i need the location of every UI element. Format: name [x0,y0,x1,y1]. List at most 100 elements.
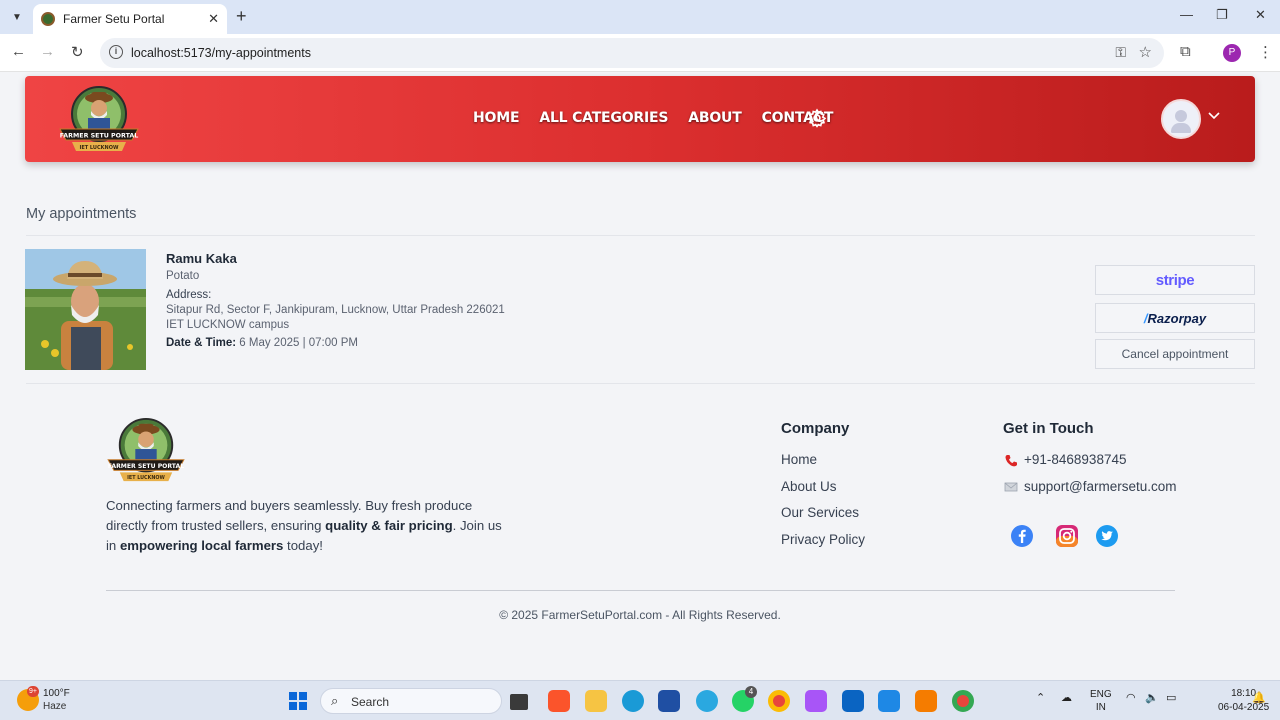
battery-icon[interactable]: ▭ [1166,691,1176,704]
browser-tab[interactable]: Farmer Setu Portal ✕ [33,4,227,34]
whatsapp-badge: 4 [745,686,757,698]
datetime-value: 6 May 2025 | 07:00 PM [239,337,358,349]
copilot-app-icon[interactable] [696,690,718,712]
phone-icon [1005,455,1017,467]
divider [26,235,1255,236]
footer-link-services[interactable]: Our Services [781,505,859,520]
footer-about: Connecting farmers and buyers seamlessly… [106,496,506,556]
nav-all-categories[interactable]: ALL CATEGORIES [539,110,668,126]
bookmark-star-icon[interactable]: ☆ [1139,43,1152,61]
weather-temperature[interactable]: 100°F [43,688,70,699]
search-label: Search [351,695,390,709]
stripe-pay-button[interactable]: stripe [1095,265,1255,295]
appointment-details: Ramu Kaka Potato Address: Sitapur Rd, Se… [166,251,505,349]
contact-email[interactable]: support@farmersetu.com [1024,479,1177,494]
nav-home[interactable]: HOME [473,110,520,126]
site-info-icon[interactable]: i [109,45,123,59]
cancel-appointment-button[interactable]: Cancel appointment [1095,339,1255,369]
brave-browser-icon[interactable] [548,690,570,712]
footer-divider [106,590,1175,591]
datetime-label: Date & Time: [166,337,237,349]
new-tab-icon[interactable]: + [236,6,247,27]
copyright-text: © 2025 FarmerSetuPortal.com - All Rights… [499,608,781,622]
site-favicon-icon [41,12,55,26]
forward-icon[interactable]: → [40,43,55,60]
contact-title: Get in Touch [1003,420,1094,437]
search-icon: ⌕ [331,693,339,708]
address-label: Address: [166,289,212,301]
divider [26,383,1255,384]
chevron-down-icon[interactable] [1208,109,1220,121]
logo-text: FARMER SETU PORTAL [60,133,139,140]
window-close-icon[interactable]: ✕ [1255,7,1266,23]
language-indicator[interactable]: ENG IN [1090,688,1112,714]
vlc-icon[interactable] [915,690,937,712]
extensions-icon[interactable]: ⧉ [1180,43,1191,60]
contact-phone[interactable]: +91-8468938745 [1024,452,1126,467]
razorpay-logo-text: Razorpay [1147,310,1207,326]
user-avatar[interactable] [1161,99,1201,139]
footer-link-home[interactable]: Home [781,452,817,467]
profile-avatar[interactable]: P [1223,44,1241,62]
reload-icon[interactable]: ↻ [71,43,84,61]
chrome-icon[interactable] [768,690,790,712]
company-title: Company [781,420,850,437]
about-bold-2: empowering local farmers [119,538,284,553]
footer-logo: FARMER SETU PORTAL IET LUCKNOW [107,417,185,481]
vscode-icon[interactable] [878,690,900,712]
language-code: ENG [1090,689,1112,700]
task-view-icon[interactable] [510,694,528,710]
onedrive-icon[interactable]: ☁ [1061,691,1072,704]
tray-chevron-icon[interactable]: ⌃ [1036,691,1045,704]
microsoft-store-icon[interactable] [658,690,680,712]
twitter-icon[interactable] [1095,524,1119,548]
instagram-icon[interactable] [1055,524,1079,548]
taskbar-search[interactable]: ⌕ Search [320,688,502,714]
tab-search-icon[interactable]: ▼ [7,7,27,27]
os-taskbar: 9+ 100°F Haze ⌕ Search 4 ⌃ ☁ ENG IN ◠ 🔈 ▭… [0,680,1280,720]
chrome-profile-icon[interactable] [952,690,974,712]
razorpay-pay-button[interactable]: / Razorpay [1095,303,1255,333]
windows-start-icon[interactable] [289,692,307,710]
about-bold-1: quality & fair pricing [325,518,453,533]
file-explorer-icon[interactable] [585,690,607,712]
address-line-2: IET LUCKNOW campus [166,319,290,331]
browser-toolbar: ← → ↻ i localhost:5173/my-appointments ⚿… [0,34,1280,72]
browser-menu-icon[interactable]: ⋮ [1258,43,1273,61]
about-text-3: today! [283,538,323,553]
nav-about[interactable]: ABOUT [688,110,742,126]
footer-link-privacy[interactable]: Privacy Policy [781,532,865,547]
maximize-icon[interactable]: ❐ [1216,7,1228,23]
volume-icon[interactable]: 🔈 [1145,691,1159,704]
appointment-datetime: Date & Time: 6 May 2025 | 07:00 PM [166,337,505,349]
wifi-icon[interactable]: ◠ [1126,691,1136,704]
logo-subtext: IET LUCKNOW [80,145,119,151]
copilot-icon[interactable] [805,690,827,712]
footer-link-about[interactable]: About Us [781,479,837,494]
back-icon[interactable]: ← [11,43,26,60]
region-code: IN [1095,702,1106,713]
email-icon [1004,482,1018,492]
tab-close-icon[interactable]: ✕ [208,11,219,27]
site-header: FARMER SETU PORTAL IET LUCKNOW HOME ALL … [25,76,1255,162]
crop-name: Potato [166,270,200,282]
password-key-icon[interactable]: ⚿ [1115,44,1126,61]
notification-bell-icon[interactable]: 🔔 [1252,691,1266,704]
footer-logo-subtext: IET LUCKNOW [127,475,165,481]
weather-badge: 9+ [27,686,39,697]
page-title: My appointments [26,206,137,222]
edge-icon[interactable] [622,690,644,712]
url-text[interactable]: localhost:5173/my-appointments [131,46,311,60]
stripe-logo-text: stripe [1155,271,1195,289]
settings-gear-icon[interactable] [807,108,827,128]
outlook-icon[interactable] [842,690,864,712]
farmer-photo [25,249,146,370]
tab-title: Farmer Setu Portal [63,12,165,26]
address-bar[interactable]: i localhost:5173/my-appointments ⚿ ☆ [100,38,1164,68]
farmer-setu-logo[interactable]: FARMER SETU PORTAL IET LUCKNOW [58,84,140,154]
main-nav: HOME ALL CATEGORIES ABOUT CONTACT [473,110,833,126]
weather-description[interactable]: Haze [43,701,66,712]
facebook-icon[interactable] [1010,524,1034,548]
browser-tab-bar: ▼ Farmer Setu Portal ✕ + — ❐ ✕ [0,0,1280,34]
minimize-icon[interactable]: — [1180,7,1193,22]
